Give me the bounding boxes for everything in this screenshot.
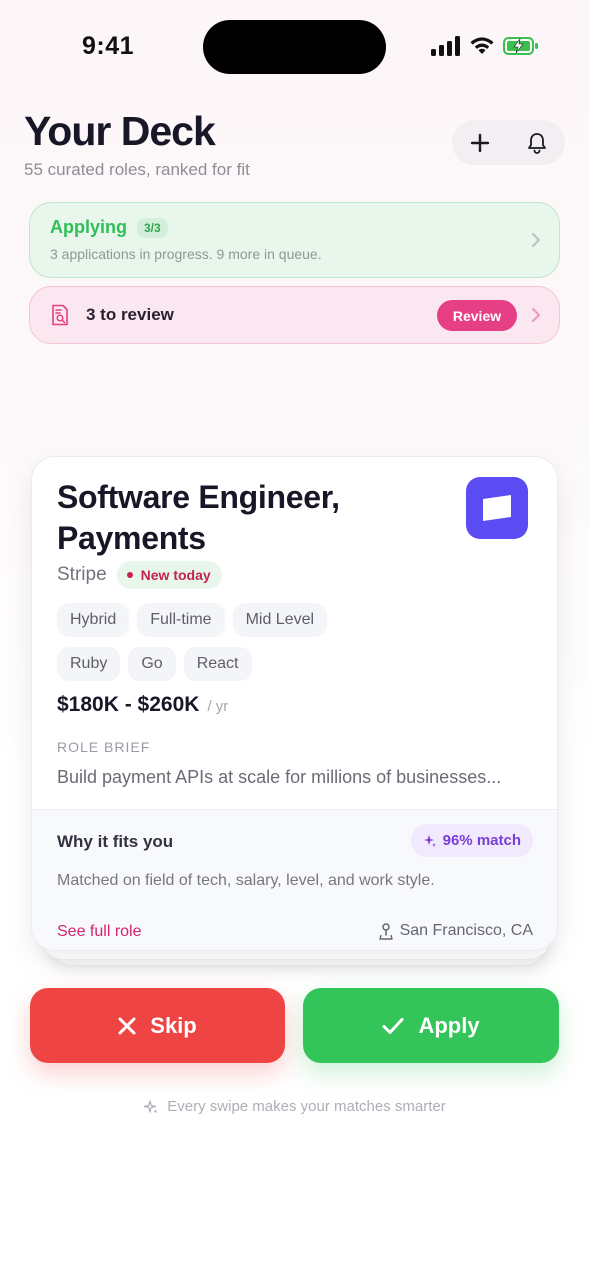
status-time: 9:41 <box>82 32 135 60</box>
salary-range: $180K - $260K <box>57 693 200 716</box>
match-score-badge: 96% match <box>410 824 533 857</box>
fit-section: Why it fits you 96% match Matched on fie… <box>32 809 557 950</box>
footer-hint-text: Every swipe makes your matches smarter <box>167 1098 446 1115</box>
skip-label: Skip <box>150 1012 197 1038</box>
match-score-label: 96% match <box>442 832 521 849</box>
tag-skill: React <box>183 647 252 681</box>
role-brief-label: ROLE BRIEF <box>57 739 151 755</box>
role-brief-text: Build payment APIs at scale for millions… <box>57 767 502 787</box>
status-bar: 9:41 <box>0 0 589 96</box>
stripe-logo-icon <box>483 495 511 521</box>
job-tags-row2: Ruby Go React <box>57 647 537 681</box>
dynamic-island <box>203 20 386 74</box>
tag-employment-type: Full-time <box>137 603 225 637</box>
add-button[interactable] <box>460 123 500 163</box>
fit-description: Matched on field of tech, salary, level,… <box>57 872 435 889</box>
checkmark-icon <box>382 1017 404 1034</box>
tag-level: Mid Level <box>232 603 328 637</box>
close-icon <box>118 1017 136 1034</box>
document-search-icon <box>50 303 74 327</box>
see-full-role-link[interactable]: See full role <box>57 923 142 941</box>
status-icons <box>431 36 539 56</box>
salary-row: $180K - $260K / yr <box>57 693 228 717</box>
review-button[interactable]: Review <box>437 300 517 331</box>
new-today-label: New today <box>140 567 211 583</box>
sparkle-icon <box>423 834 436 847</box>
applying-title: Applying <box>50 217 127 237</box>
battery-charging-icon <box>503 37 538 55</box>
map-pin-icon <box>378 923 393 940</box>
chevron-right-icon <box>532 308 540 322</box>
location-row: San Francisco, CA <box>378 922 533 940</box>
salary-unit: / yr <box>207 698 229 715</box>
fit-title: Why it fits you <box>57 832 174 851</box>
review-count-label: 3 to review <box>86 305 174 324</box>
skip-button[interactable]: Skip <box>30 988 285 1063</box>
company-name: Stripe <box>57 564 107 585</box>
notifications-button[interactable] <box>517 123 557 163</box>
cellular-signal-icon <box>431 36 460 56</box>
dot-icon <box>126 572 133 578</box>
plus-icon <box>471 133 490 152</box>
job-card[interactable]: Software Engineer, Payments Stripe New t… <box>31 456 558 951</box>
company-logo <box>466 477 528 539</box>
sparkle-icon <box>144 1099 157 1113</box>
job-title: Software Engineer, Payments <box>57 479 340 556</box>
apply-button[interactable]: Apply <box>303 988 559 1063</box>
applying-count-badge: 3/3 <box>137 217 168 238</box>
apply-label: Apply <box>418 1012 480 1038</box>
review-banner[interactable]: 3 to review Review <box>29 286 560 344</box>
job-tags-row1: Hybrid Full-time Mid Level <box>57 603 537 637</box>
new-today-badge: New today <box>116 561 222 589</box>
footer-hint: Every swipe makes your matches smarter <box>0 1098 589 1115</box>
header: Your Deck 55 curated roles, ranked for f… <box>24 108 565 180</box>
tag-skill: Go <box>128 647 176 681</box>
tag-work-mode: Hybrid <box>57 603 130 637</box>
location-label: San Francisco, CA <box>399 922 533 939</box>
applying-banner[interactable]: Applying 3/3 3 applications in progress.… <box>29 202 560 278</box>
wifi-icon <box>470 37 494 54</box>
company-row: Stripe New today <box>57 561 222 589</box>
applying-description: 3 applications in progress. 9 more in qu… <box>50 246 322 262</box>
chevron-right-icon <box>532 233 540 247</box>
header-actions <box>452 120 565 165</box>
bell-icon <box>527 132 546 154</box>
tag-skill: Ruby <box>57 647 121 681</box>
